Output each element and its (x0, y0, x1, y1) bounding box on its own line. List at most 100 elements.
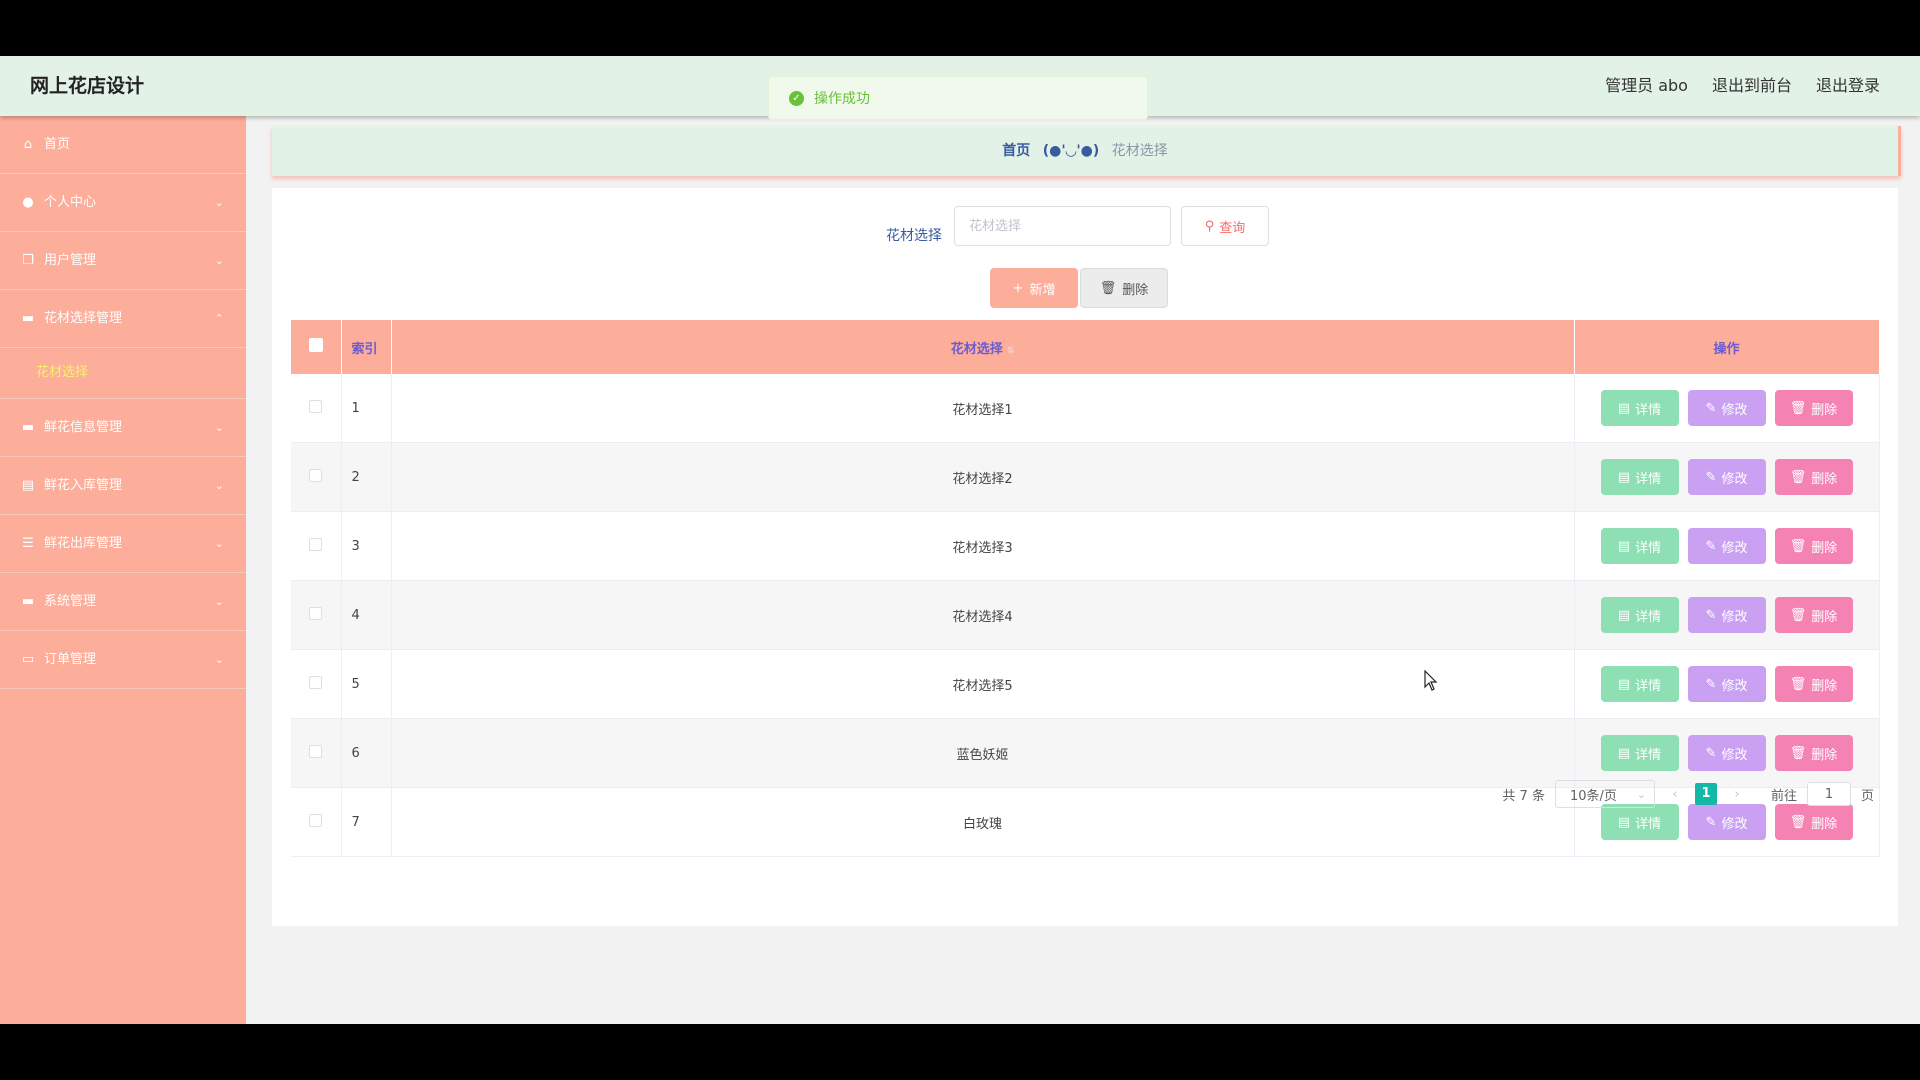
row-select-cell[interactable] (291, 580, 342, 650)
sidebar-item-stock-in[interactable]: ▤ 鲜花入库管理 ⌄ (0, 457, 246, 515)
edit-button[interactable]: ✎ 修改 (1687, 459, 1766, 495)
add-button-label: 新增 (1029, 282, 1056, 298)
row-select-cell[interactable] (291, 718, 342, 788)
column-header-index: 索引 (341, 320, 392, 374)
next-page-icon[interactable]: › (1727, 787, 1747, 802)
row-select-cell[interactable] (291, 511, 342, 581)
row-checkbox[interactable] (309, 813, 323, 827)
delete-button-label: 删除 (1811, 540, 1838, 556)
edit-button[interactable]: ✎ 修改 (1687, 735, 1766, 771)
column-header-name[interactable]: 花材选择 ⇅ (391, 320, 1575, 374)
delete-button[interactable]: 🗑 删除 (1774, 459, 1853, 495)
edit-button[interactable]: ✎ 修改 (1687, 804, 1766, 840)
chevron-down-icon: ⌄ (214, 421, 224, 434)
edit-button[interactable]: ✎ 修改 (1687, 390, 1766, 426)
select-all-checkbox[interactable] (308, 338, 323, 352)
sort-caret-icon[interactable]: ⇅ (1007, 346, 1015, 356)
sidebar-item-home[interactable]: ⌂ 首页 (0, 116, 246, 174)
row-actions: ▤ 详情 ✎ 修改 🗑 删除 (1575, 459, 1879, 495)
row-actions: ▤ 详情 ✎ 修改 🗑 删除 (1575, 528, 1879, 564)
row-index: 3 (341, 511, 392, 581)
row-select-cell[interactable] (291, 649, 342, 719)
row-name: 花材选择3 (391, 511, 1575, 581)
back-to-front-link[interactable]: 退出到前台 (1712, 56, 1792, 116)
site-title: 网上花店设计 (30, 75, 145, 97)
row-checkbox[interactable] (309, 537, 323, 551)
table-row: 5 花材选择5 ▤ 详情 ✎ 修改 🗑 删除 (291, 649, 1880, 719)
row-select-cell[interactable] (291, 442, 342, 512)
sidebar-item-material[interactable]: ▬ 花材选择管理 ⌃ (0, 290, 246, 348)
logout-link[interactable]: 退出登录 (1816, 56, 1880, 116)
sidebar-item-system[interactable]: ▬ 系统管理 ⌄ (0, 573, 246, 631)
row-checkbox[interactable] (309, 675, 323, 689)
list-icon: ☰ (22, 536, 34, 551)
document-icon: ▤ (1617, 814, 1631, 830)
row-actions-cell: ▤ 详情 ✎ 修改 🗑 删除 (1574, 718, 1880, 788)
edit-button[interactable]: ✎ 修改 (1687, 528, 1766, 564)
admin-user-label: 管理员 abo (1605, 76, 1688, 95)
row-checkbox[interactable] (309, 399, 323, 413)
sidebar-item-label: 个人中心 (44, 195, 97, 210)
delete-button[interactable]: 🗑 删除 (1774, 528, 1853, 564)
sidebar-item-flower-info[interactable]: ▬ 鲜花信息管理 ⌄ (0, 399, 246, 457)
detail-button[interactable]: ▤ 详情 (1600, 390, 1679, 426)
row-checkbox[interactable] (309, 468, 323, 482)
query-button-label: 查询 (1219, 220, 1246, 236)
prev-page-icon[interactable]: ‹ (1665, 787, 1685, 802)
sidebar-item-orders[interactable]: ▭ 订单管理 ⌄ (0, 631, 246, 689)
search-label: 花材选择 (886, 228, 942, 244)
row-index: 6 (341, 718, 392, 788)
sidebar-item-users[interactable]: ❐ 用户管理 ⌄ (0, 232, 246, 290)
detail-button[interactable]: ▤ 详情 (1600, 735, 1679, 771)
select-all-cell[interactable] (291, 320, 342, 374)
detail-button[interactable]: ▤ 详情 (1600, 804, 1679, 840)
delete-button[interactable]: 🗑 删除 (1774, 735, 1853, 771)
row-name: 白玫瑰 (391, 787, 1575, 857)
detail-button-label: 详情 (1635, 609, 1662, 625)
delete-button[interactable]: 🗑 删除 (1774, 390, 1853, 426)
edit-button-label: 修改 (1721, 540, 1748, 556)
row-actions: ▤ 详情 ✎ 修改 🗑 删除 (1575, 597, 1879, 633)
pencil-icon: ✎ (1705, 469, 1717, 485)
delete-button[interactable]: 🗑 删除 (1774, 804, 1853, 840)
goto-page-input[interactable] (1806, 782, 1851, 806)
sidebar-item-profile[interactable]: ● 个人中心 ⌄ (0, 174, 246, 232)
row-select-cell[interactable] (291, 787, 342, 857)
sidebar-item-label: 鲜花信息管理 (44, 420, 123, 435)
breadcrumb-home[interactable]: 首页 (1002, 143, 1030, 159)
batch-delete-button[interactable]: 🗑 删除 (1080, 268, 1168, 308)
detail-button[interactable]: ▤ 详情 (1600, 597, 1679, 633)
sidebar-item-label: 订单管理 (44, 652, 97, 667)
row-select-cell[interactable] (291, 374, 342, 443)
trash-icon: 🗑 (1789, 538, 1807, 554)
detail-button-label: 详情 (1635, 402, 1662, 418)
pencil-icon: ✎ (1705, 400, 1717, 416)
edit-button[interactable]: ✎ 修改 (1687, 666, 1766, 702)
delete-button[interactable]: 🗑 删除 (1774, 666, 1853, 702)
edit-button[interactable]: ✎ 修改 (1687, 597, 1766, 633)
delete-button[interactable]: 🗑 删除 (1774, 597, 1853, 633)
detail-button[interactable]: ▤ 详情 (1600, 528, 1679, 564)
sidebar-subitem-material-select[interactable]: 花材选择 (0, 348, 246, 399)
detail-button[interactable]: ▤ 详情 (1600, 459, 1679, 495)
row-name: 蓝色妖姬 (391, 718, 1575, 788)
mouse-cursor-icon (1424, 670, 1438, 691)
page-number-current[interactable]: 1 (1694, 783, 1717, 805)
sidebar-item-stock-out[interactable]: ☰ 鲜花出库管理 ⌄ (0, 515, 246, 573)
row-checkbox[interactable] (309, 744, 323, 758)
page-size-select[interactable]: 10条/页 ⌄ (1554, 780, 1655, 808)
table-row: 3 花材选择3 ▤ 详情 ✎ 修改 🗑 删除 (291, 511, 1880, 581)
add-button[interactable]: + 新增 (990, 268, 1078, 308)
search-input[interactable] (954, 206, 1171, 246)
detail-button-label: 详情 (1635, 678, 1662, 694)
table-header-row: 索引 花材选择 ⇅ 操作 (291, 320, 1880, 374)
edit-button-label: 修改 (1721, 816, 1748, 832)
chevron-down-icon: ⌄ (214, 196, 224, 209)
table-row: 6 蓝色妖姬 ▤ 详情 ✎ 修改 🗑 删除 (291, 718, 1880, 788)
detail-button[interactable]: ▤ 详情 (1600, 666, 1679, 702)
page-size-value: 10条/页 (1569, 788, 1617, 804)
row-checkbox[interactable] (309, 606, 323, 620)
query-button[interactable]: ⚲ 查询 (1181, 206, 1269, 246)
delete-button-label: 删除 (1811, 609, 1838, 625)
row-name: 花材选择1 (391, 374, 1575, 443)
